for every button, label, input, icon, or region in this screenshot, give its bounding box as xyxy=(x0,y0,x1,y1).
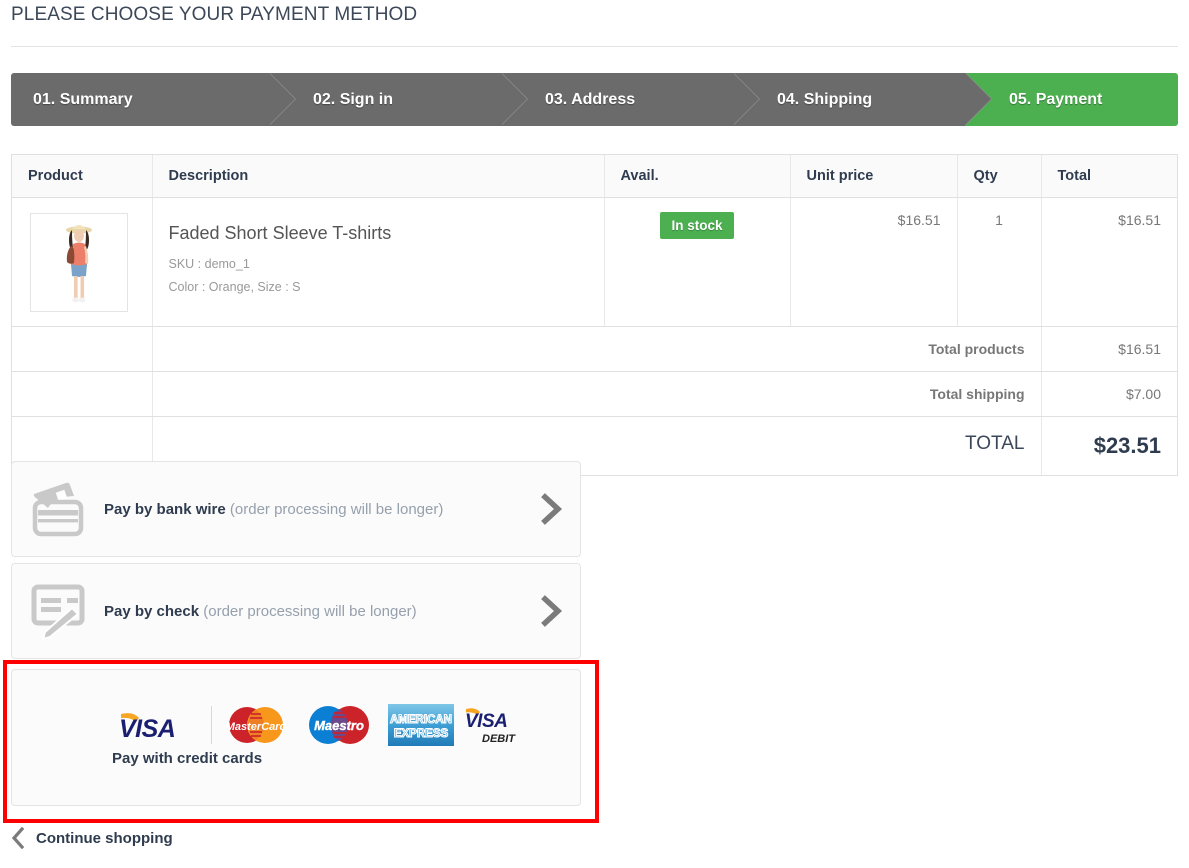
mastercard-logo: MasterCard xyxy=(226,707,287,743)
maestro-logo: Maestro xyxy=(309,706,369,744)
summary-value-total-shipping: $7.00 xyxy=(1041,371,1177,417)
product-name[interactable]: Faded Short Sleeve T-shirts xyxy=(169,223,588,245)
visa-debit-logo: VISA DEBIT xyxy=(465,708,516,745)
svg-text:EXPRESS: EXPRESS xyxy=(394,728,449,740)
cell-unit-price: $16.51 xyxy=(790,197,958,327)
svg-text:VISA: VISA xyxy=(465,711,507,732)
credit-card-logos: VISA MasterCard Maestro AMERICAN EXPRESS… xyxy=(117,704,526,746)
product-thumbnail[interactable] xyxy=(30,213,128,312)
header-unit-price: Unit price xyxy=(790,155,958,198)
cell-qty: 1 xyxy=(957,197,1042,327)
continue-shopping-link[interactable]: Continue shopping xyxy=(11,827,173,849)
chevron-left-icon xyxy=(11,827,25,849)
checkout-steps: 01. Summary 02. Sign in 03. Address 04. … xyxy=(11,73,1178,126)
credit-card-label: Pay with credit cards xyxy=(112,750,263,767)
svg-text:AMERICAN: AMERICAN xyxy=(390,714,452,726)
two-credit-cards-icon xyxy=(12,480,104,538)
summary-row-total-shipping: Total shipping $7.00 xyxy=(12,371,1177,417)
logo-divider xyxy=(211,706,212,744)
svg-text:MasterCard: MasterCard xyxy=(226,721,287,733)
continue-shopping-label: Continue shopping xyxy=(36,829,173,847)
step-address[interactable]: 03. Address xyxy=(501,73,733,126)
step-payment[interactable]: 05. Payment xyxy=(965,73,1178,126)
svg-text:Maestro: Maestro xyxy=(314,718,364,733)
page-title: PLEASE CHOOSE YOUR PAYMENT METHOD xyxy=(11,4,418,25)
payment-option-check-note: (order processing will be longer) xyxy=(199,602,417,620)
payment-option-check-title: Pay by check xyxy=(104,602,200,620)
chevron-right-icon[interactable] xyxy=(524,595,580,627)
payment-option-credit-card[interactable]: VISA MasterCard Maestro AMERICAN EXPRESS… xyxy=(11,669,581,806)
product-attributes: Color : Orange, Size : S xyxy=(168,279,301,294)
step-sign-in[interactable]: 02. Sign in xyxy=(269,73,501,126)
payment-option-bank-wire-text: Pay by bank wire (order processing will … xyxy=(104,501,524,518)
cell-line-total: $16.51 xyxy=(1041,197,1177,327)
header-total: Total xyxy=(1041,155,1177,198)
table-row: Faded Short Sleeve T-shirts SKU : demo_1… xyxy=(12,197,1177,327)
header-product: Product xyxy=(12,155,153,198)
grand-total-value: $23.51 xyxy=(1093,433,1161,458)
cell-product-thumbnail xyxy=(12,197,153,327)
check-with-pen-icon xyxy=(12,581,104,641)
summary-label-total-shipping: Total shipping xyxy=(152,371,1042,417)
summary-label-total-products: Total products xyxy=(152,326,1042,372)
american-express-logo: AMERICAN EXPRESS xyxy=(388,704,454,746)
cell-product-description: Faded Short Sleeve T-shirts SKU : demo_1… xyxy=(152,197,605,327)
step-shipping[interactable]: 04. Shipping xyxy=(733,73,965,126)
svg-text:VISA: VISA xyxy=(119,715,175,742)
checkout-payment-page: PLEASE CHOOSE YOUR PAYMENT METHOD 01. Su… xyxy=(0,0,1189,868)
step-shipping-label: 04. Shipping xyxy=(777,90,873,108)
step-address-label: 03. Address xyxy=(545,90,636,108)
summary-row-total-products: Total products $16.51 xyxy=(12,326,1177,372)
header-qty: Qty xyxy=(957,155,1042,198)
step-summary-label: 01. Summary xyxy=(33,90,133,108)
payment-option-bank-wire-note: (order processing will be longer) xyxy=(225,500,444,518)
summary-value-total-products: $16.51 xyxy=(1041,326,1177,372)
step-summary[interactable]: 01. Summary xyxy=(11,73,269,126)
visa-logo: VISA xyxy=(119,713,176,742)
product-sku: SKU : demo_1 xyxy=(168,256,250,271)
header-description: Description xyxy=(152,155,605,198)
payment-option-check[interactable]: Pay by check (order processing will be l… xyxy=(11,563,581,659)
header-avail: Avail. xyxy=(604,155,791,198)
chevron-right-icon[interactable] xyxy=(524,493,580,525)
order-summary-table: Product Description Avail. Unit price Qt… xyxy=(11,154,1178,476)
svg-text:DEBIT: DEBIT xyxy=(482,733,516,745)
payment-option-check-text: Pay by check (order processing will be l… xyxy=(104,603,524,620)
table-header-row: Product Description Avail. Unit price Qt… xyxy=(12,155,1177,198)
status-badge: In stock xyxy=(660,212,734,239)
summary-spacer xyxy=(12,326,153,372)
step-sign-in-label: 02. Sign in xyxy=(313,90,394,108)
title-divider xyxy=(11,46,1178,47)
payment-option-bank-wire-title: Pay by bank wire xyxy=(104,500,226,518)
step-payment-label: 05. Payment xyxy=(1009,90,1103,108)
summary-spacer xyxy=(12,371,153,417)
payment-option-bank-wire[interactable]: Pay by bank wire (order processing will … xyxy=(11,461,581,557)
cell-availability: In stock xyxy=(604,197,791,327)
